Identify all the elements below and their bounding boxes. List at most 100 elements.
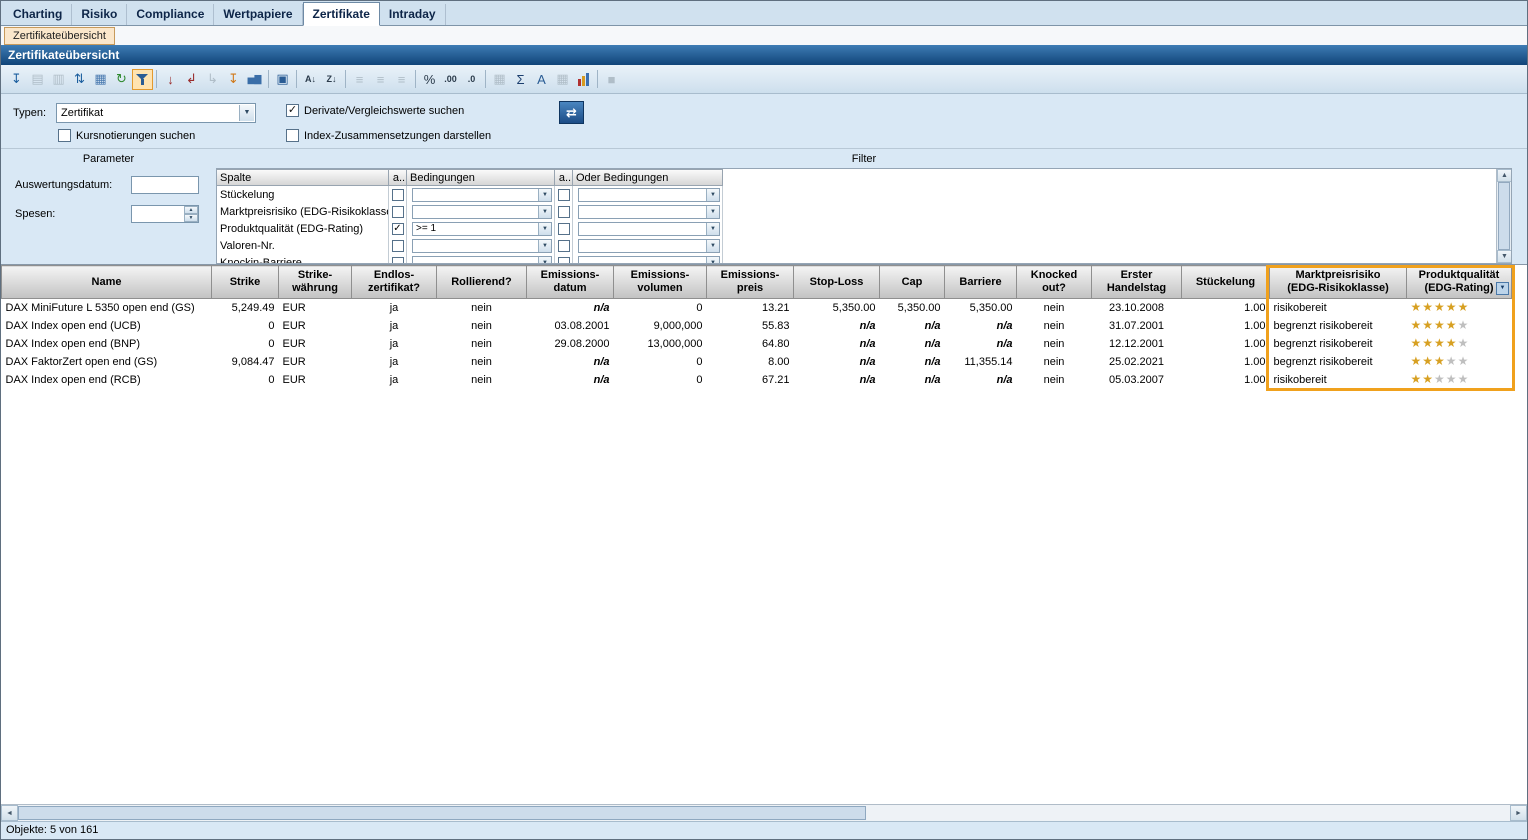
oder-aktiv-checkbox[interactable] bbox=[558, 206, 570, 218]
index-zusammensetzungen-checkbox[interactable]: Index-Zusammensetzungen darstellen bbox=[286, 129, 491, 142]
filter-vertical-scrollbar[interactable]: ▲ ▼ bbox=[1496, 169, 1511, 263]
move-row-down-icon[interactable]: ↓ bbox=[160, 69, 181, 90]
derivate-checkbox[interactable]: ✓ Derivate/Vergleichswerte suchen bbox=[286, 104, 464, 117]
oder-aktiv-checkbox[interactable] bbox=[558, 257, 570, 265]
table-row[interactable]: DAX Index open end (UCB)0EURjanein03.08.… bbox=[2, 317, 1512, 335]
checkbox-icon[interactable] bbox=[286, 129, 299, 142]
column-header-emissions_datum[interactable]: Emissions-datum bbox=[527, 266, 614, 299]
scroll-up-button[interactable]: ▲ bbox=[1497, 169, 1512, 182]
spin-down-icon[interactable]: ▼ bbox=[184, 214, 198, 222]
column-header-emissions_preis[interactable]: Emissions-preis bbox=[707, 266, 794, 299]
column-header-cap[interactable]: Cap bbox=[880, 266, 945, 299]
chevron-down-icon[interactable]: ▼ bbox=[538, 223, 551, 235]
font-icon[interactable]: A bbox=[531, 69, 552, 90]
scroll-right-button[interactable]: ► bbox=[1510, 805, 1527, 821]
tab-charting[interactable]: Charting bbox=[4, 4, 72, 25]
column-header-knocked_out[interactable]: Knockedout? bbox=[1017, 266, 1092, 299]
column-header-produktqualitaet[interactable]: Produktqualität(EDG-Rating)▼ bbox=[1407, 266, 1512, 299]
subtab-zertifikateuebersicht[interactable]: Zertifikateübersicht bbox=[4, 27, 115, 45]
chevron-down-icon[interactable]: ▼ bbox=[538, 189, 551, 201]
bedingung-dropdown[interactable]: ▼ bbox=[412, 239, 552, 253]
chevron-down-icon[interactable]: ▼ bbox=[706, 240, 719, 252]
column-header-name[interactable]: Name bbox=[2, 266, 212, 299]
column-filter-button[interactable]: ▼ bbox=[1496, 282, 1509, 295]
cell-rollierend: nein bbox=[437, 335, 527, 353]
remove-decimal-icon[interactable]: .0 bbox=[461, 69, 482, 90]
edit-table-icon[interactable]: ▦ bbox=[90, 69, 111, 90]
chevron-down-icon[interactable]: ▼ bbox=[706, 189, 719, 201]
add-decimal-icon[interactable]: .00 bbox=[440, 69, 461, 90]
table-row[interactable]: DAX Index open end (BNP)0EURjanein29.08.… bbox=[2, 335, 1512, 353]
search-refresh-button[interactable]: ⇄ bbox=[559, 101, 584, 124]
filter-active-checkbox[interactable]: ✓ bbox=[392, 223, 404, 235]
scrollbar-thumb[interactable] bbox=[18, 806, 866, 820]
histogram-icon[interactable]: ▅▇ bbox=[244, 69, 265, 90]
oder-aktiv-checkbox[interactable] bbox=[558, 189, 570, 201]
typen-dropdown[interactable]: Zertifikat ▼ bbox=[56, 103, 256, 123]
chevron-down-icon[interactable]: ▼ bbox=[538, 206, 551, 218]
column-header-stueckelung[interactable]: Stückelung bbox=[1182, 266, 1270, 299]
chevron-down-icon[interactable]: ▼ bbox=[706, 206, 719, 218]
sum-icon[interactable]: Σ bbox=[510, 69, 531, 90]
oder-aktiv-checkbox[interactable] bbox=[558, 223, 570, 235]
filter-active-cell bbox=[389, 186, 407, 203]
column-header-strike[interactable]: Strike bbox=[212, 266, 279, 299]
filter-active-checkbox[interactable] bbox=[392, 240, 404, 252]
oder-bedingung-dropdown[interactable]: ▼ bbox=[578, 222, 720, 236]
chevron-down-icon[interactable]: ▼ bbox=[239, 105, 254, 121]
oder-aktiv-checkbox[interactable] bbox=[558, 240, 570, 252]
kursnotierungen-checkbox[interactable]: Kursnotierungen suchen bbox=[58, 129, 195, 142]
sort-descending-icon[interactable]: Z↓ bbox=[321, 69, 342, 90]
auswertungsdatum-input[interactable] bbox=[131, 176, 199, 194]
chevron-down-icon[interactable]: ▼ bbox=[706, 257, 719, 265]
column-header-rollierend[interactable]: Rollierend? bbox=[437, 266, 527, 299]
horizontal-scrollbar[interactable]: ◄ ► bbox=[1, 804, 1527, 821]
spin-up-icon[interactable]: ▲ bbox=[184, 206, 198, 214]
column-header-erster_handelstag[interactable]: ErsterHandelstag bbox=[1092, 266, 1182, 299]
column-header-strike_waehrung[interactable]: Strike-währung bbox=[279, 266, 352, 299]
import-export-icon[interactable]: ⇅ bbox=[69, 69, 90, 90]
chevron-down-icon[interactable]: ▼ bbox=[538, 257, 551, 265]
scrollbar-thumb[interactable] bbox=[1498, 182, 1510, 250]
scroll-left-button[interactable]: ◄ bbox=[1, 805, 18, 821]
filter-active-checkbox[interactable] bbox=[392, 206, 404, 218]
oder-bedingung-dropdown[interactable]: ▼ bbox=[578, 256, 720, 265]
tab-compliance[interactable]: Compliance bbox=[127, 4, 214, 25]
copy-icon[interactable]: ▣ bbox=[272, 69, 293, 90]
column-header-marktpreisrisiko[interactable]: Marktpreisrisiko(EDG-Risikoklasse) bbox=[1270, 266, 1407, 299]
filter-funnel-icon[interactable] bbox=[132, 69, 153, 90]
tab-zertifikate[interactable]: Zertifikate bbox=[303, 2, 380, 26]
filter-active-checkbox[interactable] bbox=[392, 189, 404, 201]
column-header-barriere[interactable]: Barriere bbox=[945, 266, 1017, 299]
filter-active-checkbox[interactable] bbox=[392, 257, 404, 265]
refresh-icon[interactable]: ↻ bbox=[111, 69, 132, 90]
bedingung-dropdown[interactable]: ▼ bbox=[412, 205, 552, 219]
table-row[interactable]: DAX FaktorZert open end (GS)9,084.47EURj… bbox=[2, 353, 1512, 371]
table-row[interactable]: DAX MiniFuture L 5350 open end (GS)5,249… bbox=[2, 299, 1512, 318]
tab-wertpapiere[interactable]: Wertpapiere bbox=[214, 4, 302, 25]
percent-format-icon[interactable]: % bbox=[419, 69, 440, 90]
bedingung-dropdown[interactable]: ▼ bbox=[412, 188, 552, 202]
column-header-emissions_volumen[interactable]: Emissions-volumen bbox=[614, 266, 707, 299]
insert-row-icon[interactable]: ↲ bbox=[181, 69, 202, 90]
table-row[interactable]: DAX Index open end (RCB)0EURjaneinn/a067… bbox=[2, 371, 1512, 389]
bedingung-dropdown[interactable]: ▼ bbox=[412, 256, 552, 265]
tab-risiko[interactable]: Risiko bbox=[72, 4, 127, 25]
oder-bedingung-dropdown[interactable]: ▼ bbox=[578, 239, 720, 253]
column-sum-icon[interactable]: ↧ bbox=[223, 69, 244, 90]
export-down-icon[interactable]: ↧ bbox=[6, 69, 27, 90]
bedingung-dropdown[interactable]: >= 1▼ bbox=[412, 222, 552, 236]
chart-icon[interactable] bbox=[573, 69, 594, 90]
tab-intraday[interactable]: Intraday bbox=[380, 4, 446, 25]
checkbox-icon[interactable]: ✓ bbox=[286, 104, 299, 117]
spesen-spinner[interactable]: ▲ ▼ bbox=[131, 205, 199, 223]
sort-ascending-icon[interactable]: A↓ bbox=[300, 69, 321, 90]
scroll-down-button[interactable]: ▼ bbox=[1497, 250, 1512, 263]
column-header-endlos[interactable]: Endlos-zertifikat? bbox=[352, 266, 437, 299]
oder-bedingung-dropdown[interactable]: ▼ bbox=[578, 205, 720, 219]
checkbox-icon[interactable] bbox=[58, 129, 71, 142]
oder-bedingung-dropdown[interactable]: ▼ bbox=[578, 188, 720, 202]
chevron-down-icon[interactable]: ▼ bbox=[706, 223, 719, 235]
column-header-stop_loss[interactable]: Stop-Loss bbox=[794, 266, 880, 299]
chevron-down-icon[interactable]: ▼ bbox=[538, 240, 551, 252]
